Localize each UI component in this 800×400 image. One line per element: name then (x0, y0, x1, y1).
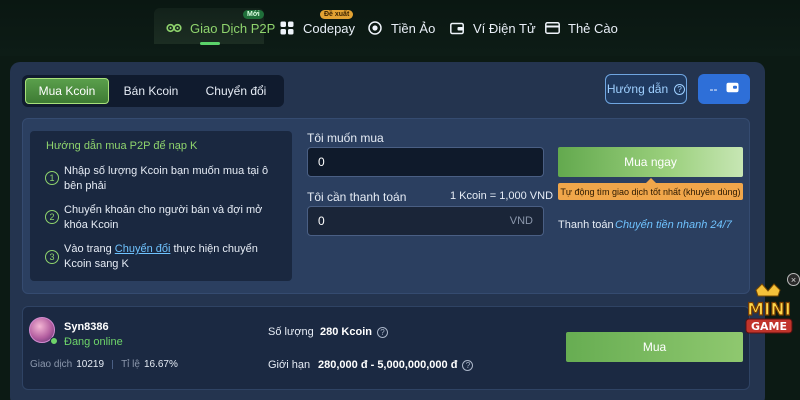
nav-label: Tiền Ảo (391, 20, 436, 36)
buy-now-tooltip: Tự động tìm giao dịch tốt nhất (khuyên d… (558, 178, 743, 200)
step-text: Vào trang Chuyển đổi thực hiện chuyển Kc… (64, 242, 284, 272)
nav-item-crypto[interactable]: Tiền Ảo (367, 12, 435, 44)
limit-text: 280,000 đ - 5,000,000,000 đ (318, 359, 458, 371)
step-number: 3 (45, 250, 59, 264)
rate-label: Tỉ lệ (121, 359, 140, 370)
new-badge: Mới (243, 10, 264, 19)
step-text: Nhập số lượng Kcoin bạn muốn mua tại ô b… (64, 165, 269, 192)
grid-icon (279, 20, 295, 36)
nav-label: Thẻ Cào (568, 20, 618, 36)
payment-method: Chuyển tiền nhanh 24/7 (615, 219, 732, 231)
limit-value: 280,000 đ - 5,000,000,000 đ ? (318, 359, 474, 371)
need-pay-label: Tôi cần thanh toán (307, 190, 407, 204)
help-icon: ? (674, 83, 686, 95)
step-number: 1 (45, 171, 59, 185)
step-text: Chuyển khoản cho người bán và đợi mở khó… (64, 204, 263, 231)
seller-status: Đang online (64, 336, 123, 348)
wallet-button[interactable]: -- (698, 74, 750, 104)
trades-value: 10219 (76, 359, 105, 370)
trades-label: Giao dịch (30, 359, 73, 370)
currency-unit: VND (509, 215, 533, 227)
handshake-icon (166, 20, 182, 36)
wallet-balance: -- (709, 82, 718, 96)
kcoin-amount-input[interactable]: 0 (307, 147, 544, 177)
vnd-amount-value: 0 (318, 214, 325, 228)
divider (112, 360, 114, 369)
step-number: 2 (45, 210, 59, 224)
step-text-part: Vào trang (64, 243, 115, 255)
nav-label: Codepay (303, 20, 356, 36)
tab-convert[interactable]: Chuyển đổi (193, 78, 279, 104)
mini-game-logo[interactable]: MINI GAME (738, 282, 800, 342)
nav-item-scratch-card[interactable]: Thẻ Cào (544, 12, 618, 44)
convert-link[interactable]: Chuyển đổi (115, 243, 171, 255)
nav-label: Ví Điện Tử (473, 20, 536, 36)
quantity-label: Số lượng (268, 326, 314, 338)
vnd-amount-input[interactable]: 0 VND (307, 206, 544, 236)
quantity-value: 280 Kcoin ? (320, 326, 388, 338)
help-icon[interactable]: ? (376, 326, 388, 338)
want-buy-label: Tôi muốn mua (307, 131, 384, 145)
recommended-badge: Đề xuất (320, 10, 354, 19)
kcoin-amount-value: 0 (318, 155, 325, 169)
quantity-text: 280 Kcoin (320, 326, 372, 338)
logo-text-line1: MINI (747, 300, 791, 320)
guide-title: Hướng dẫn mua P2P để nạp K (46, 140, 198, 152)
rate-value: 16.67% (143, 359, 178, 370)
card-icon (544, 20, 560, 36)
wallet-icon (449, 20, 465, 36)
buy-from-seller-button[interactable]: Mua (566, 332, 743, 362)
online-dot (50, 337, 58, 345)
guide-label: Hướng dẫn (606, 82, 669, 96)
seller-name: Syn8386 (64, 321, 109, 333)
tab-buy-kcoin[interactable]: Mua Kcoin (25, 78, 109, 104)
limit-label: Giới hạn (268, 359, 311, 371)
coin-icon (367, 20, 383, 36)
exchange-rate: 1 Kcoin = 1,000 VND (450, 190, 554, 202)
tab-sell-kcoin[interactable]: Bán Kcoin (111, 78, 191, 104)
nav-item-ewallet[interactable]: Ví Điện Tử (449, 12, 536, 44)
help-icon[interactable]: ? (462, 359, 474, 371)
buy-now-button[interactable]: Mua ngay (558, 147, 743, 177)
payment-label: Thanh toán (558, 219, 614, 231)
guide-button[interactable]: Hướng dẫn ? (605, 74, 687, 104)
seller-stats: Giao dịch 10219 Tỉ lệ 16.67% (30, 359, 178, 370)
logo-text-line2: GAME (751, 320, 787, 333)
nav-label: Giao Dịch P2P (190, 20, 276, 36)
wallet-icon (726, 82, 739, 96)
